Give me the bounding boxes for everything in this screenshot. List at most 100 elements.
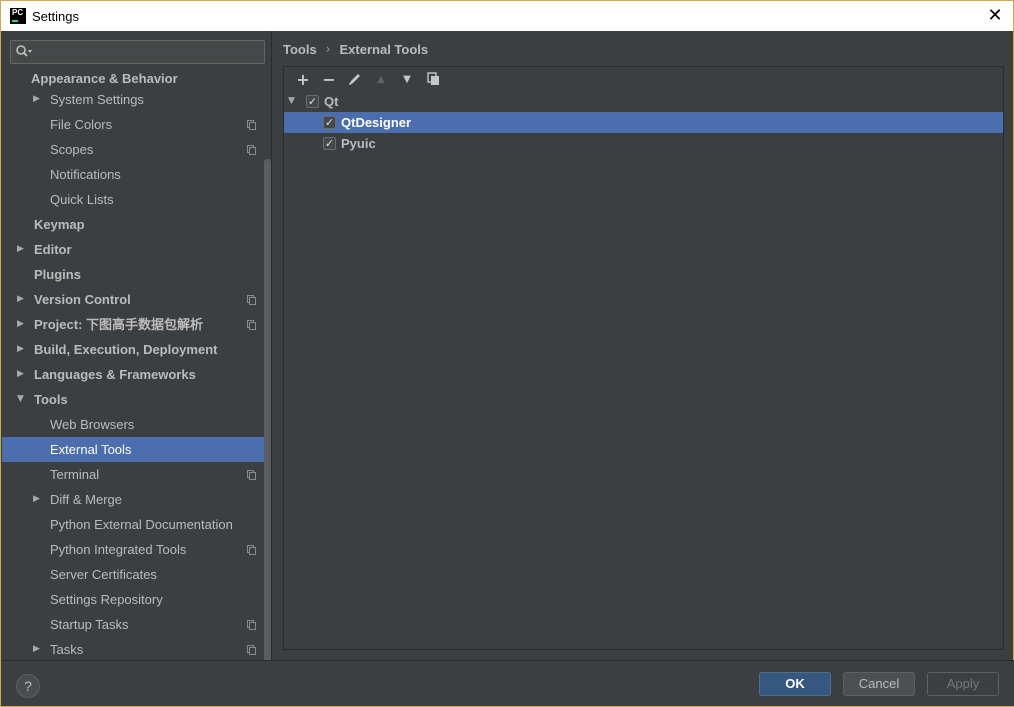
- sidebar-item-label: Web Browsers: [50, 417, 135, 432]
- project-level-copy-icon: [247, 545, 256, 555]
- add-button[interactable]: +: [290, 68, 316, 90]
- sidebar-item-label: Settings Repository: [50, 592, 163, 607]
- search-input[interactable]: [10, 40, 265, 64]
- expand-right-icon[interactable]: ▶: [17, 362, 27, 387]
- sidebar-item-label: Build, Execution, Deployment: [34, 342, 218, 357]
- sidebar-item-label: Terminal: [50, 467, 100, 482]
- sidebar-item[interactable]: Terminal: [2, 462, 264, 487]
- edit-button[interactable]: [342, 68, 368, 90]
- app-icon-text: PC: [12, 8, 24, 17]
- sidebar-item[interactable]: Scopes: [2, 137, 264, 162]
- window-title: Settings: [32, 8, 79, 24]
- tool-group-row[interactable]: ▼ ✓ Qt: [284, 91, 1003, 112]
- sidebar-item-label: Python External Documentation: [50, 517, 233, 532]
- sidebar-item-label: Scopes: [50, 142, 94, 157]
- apply-button[interactable]: Apply: [927, 672, 999, 696]
- sidebar-item[interactable]: ▶ Build, Execution, Deployment: [2, 337, 264, 362]
- project-level-copy-icon: [247, 295, 256, 305]
- project-level-copy-icon: [247, 120, 256, 130]
- sidebar-item[interactable]: ▶ Editor: [2, 237, 264, 262]
- sidebar-item-label: Notifications: [50, 167, 121, 182]
- sidebar-item[interactable]: ▶ Diff & Merge: [2, 487, 264, 512]
- sidebar-item[interactable]: Plugins: [2, 262, 264, 287]
- sidebar-item[interactable]: File Colors: [2, 112, 264, 137]
- breadcrumb: Tools › External Tools: [283, 40, 428, 58]
- tool-group-checkbox[interactable]: ✓: [306, 95, 319, 108]
- settings-content: Tools › External Tools + − ▲ ▼ ▼ ✓ Qt ✓ …: [273, 31, 1013, 660]
- sidebar-item-label: File Colors: [50, 117, 113, 132]
- sidebar-item[interactable]: Quick Lists: [2, 187, 264, 212]
- tool-checkbox[interactable]: ✓: [323, 137, 336, 150]
- sidebar-item-label: Plugins: [34, 267, 81, 282]
- settings-window: PC Settings ✕ Appearance & Behavior ▶ Syst…: [0, 0, 1014, 707]
- help-button[interactable]: ?: [16, 674, 40, 698]
- sidebar-item[interactable]: Settings Repository: [2, 587, 264, 612]
- tool-checkbox[interactable]: ✓: [323, 116, 336, 129]
- expand-right-icon[interactable]: ▶: [17, 337, 27, 362]
- sidebar-item-label: Quick Lists: [50, 192, 114, 207]
- sidebar-item-label: Tools: [34, 392, 68, 407]
- tool-row[interactable]: ✓ QtDesigner: [284, 112, 1003, 133]
- sidebar-item[interactable]: ▶ Languages & Frameworks: [2, 362, 264, 387]
- external-tools-panel: + − ▲ ▼ ▼ ✓ Qt ✓ QtDesigner ✓ Pyuic: [283, 66, 1004, 650]
- sidebar-item-label: System Settings: [50, 92, 144, 107]
- expand-right-icon[interactable]: ▶: [33, 87, 43, 112]
- close-icon[interactable]: ✕: [985, 6, 1005, 26]
- sidebar-item[interactable]: Server Certificates: [2, 562, 264, 587]
- sidebar-item[interactable]: Python Integrated Tools: [2, 537, 264, 562]
- sidebar-item[interactable]: Web Browsers: [2, 412, 264, 437]
- sidebar-item[interactable]: ▶ Tasks: [2, 637, 264, 662]
- sidebar-item[interactable]: Keymap: [2, 212, 264, 237]
- tools-tree: ▼ ✓ Qt ✓ QtDesigner ✓ Pyuic: [284, 91, 1003, 154]
- ok-button[interactable]: OK: [759, 672, 831, 696]
- expand-right-icon[interactable]: ▶: [17, 312, 27, 337]
- sidebar-item-label: Version Control: [34, 292, 131, 307]
- sidebar-scrollbar[interactable]: [264, 159, 271, 689]
- sidebar-item[interactable]: ▶ Project: 下图高手数据包解析: [2, 312, 264, 337]
- sidebar-item-label: Tasks: [50, 642, 84, 657]
- sidebar-item[interactable]: ▼ Tools: [2, 387, 264, 412]
- tool-group-label: Qt: [324, 94, 339, 109]
- expand-down-icon[interactable]: ▼: [288, 91, 295, 112]
- expand-right-icon[interactable]: ▶: [17, 287, 27, 312]
- project-level-copy-icon: [247, 470, 256, 480]
- sidebar-item-label: Python Integrated Tools: [50, 542, 187, 557]
- sidebar-item-label: Keymap: [34, 217, 85, 232]
- sidebar-item[interactable]: Notifications: [2, 162, 264, 187]
- breadcrumb-current: External Tools: [339, 41, 429, 57]
- remove-button[interactable]: −: [316, 68, 342, 90]
- tool-row[interactable]: ✓ Pyuic: [284, 133, 1003, 154]
- sidebar-item[interactable]: Startup Tasks: [2, 612, 264, 637]
- settings-tree: Appearance & Behavior ▶ System Settings Fil…: [2, 71, 264, 662]
- cancel-button[interactable]: Cancel: [843, 672, 915, 696]
- sidebar-item-label: Project: 下图高手数据包解析: [34, 317, 204, 332]
- expand-right-icon[interactable]: ▶: [33, 487, 43, 512]
- settings-sidebar: Appearance & Behavior ▶ System Settings Fil…: [2, 31, 272, 689]
- move-up-button[interactable]: ▲: [368, 68, 394, 90]
- breadcrumb-separator: ›: [325, 42, 331, 56]
- expand-right-icon[interactable]: ▶: [33, 637, 43, 662]
- copy-icon: [426, 72, 439, 85]
- move-down-button[interactable]: ▼: [394, 68, 420, 90]
- sidebar-item[interactable]: Python External Documentation: [2, 512, 264, 537]
- tool-label: Pyuic: [341, 136, 376, 151]
- sidebar-item[interactable]: ▶ System Settings: [2, 87, 264, 112]
- project-level-copy-icon: [247, 620, 256, 630]
- search-icon: [16, 45, 32, 57]
- expand-down-icon[interactable]: ▼: [17, 387, 27, 412]
- sidebar-item-label: External Tools: [50, 442, 132, 457]
- project-level-copy-icon: [247, 320, 256, 330]
- tools-toolbar: + − ▲ ▼: [284, 67, 1003, 91]
- sidebar-item-label: Editor: [34, 242, 72, 257]
- expand-right-icon[interactable]: ▶: [17, 237, 27, 262]
- sidebar-item-label: Server Certificates: [50, 567, 157, 582]
- sidebar-item[interactable]: External Tools: [2, 437, 264, 462]
- breadcrumb-parent[interactable]: Tools: [283, 42, 317, 57]
- sidebar-item[interactable]: Appearance & Behavior: [2, 71, 264, 87]
- copy-button[interactable]: [420, 68, 446, 90]
- sidebar-item-label: Appearance & Behavior: [31, 71, 178, 86]
- sidebar-item-label: Startup Tasks: [50, 617, 129, 632]
- sidebar-item[interactable]: ▶ Version Control: [2, 287, 264, 312]
- tool-label: QtDesigner: [341, 115, 412, 130]
- edit-icon: [349, 74, 360, 85]
